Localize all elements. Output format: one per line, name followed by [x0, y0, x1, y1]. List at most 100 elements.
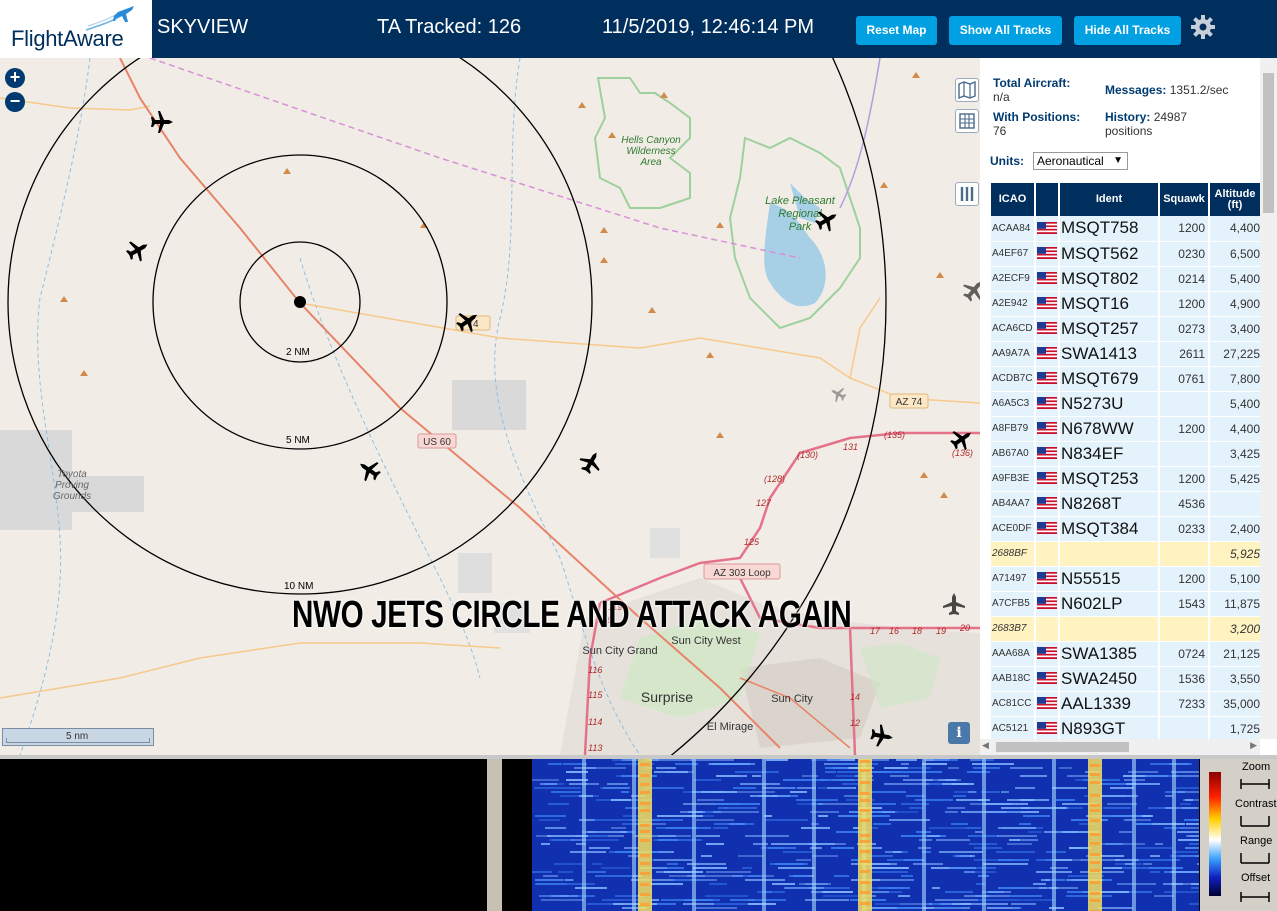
scroll-right-icon[interactable]: ▶: [1250, 740, 1257, 751]
ident-cell: MSQT257: [1059, 316, 1160, 342]
altitude-cell: 11,875: [1209, 591, 1262, 617]
place-label: El Mirage: [707, 721, 753, 733]
units-label: Units:: [990, 154, 1024, 168]
reset-map-button[interactable]: Reset Map: [856, 16, 937, 45]
map-canvas[interactable]: 2 NM 5 NM 10 NM Hells Canyon Wilderness …: [0, 58, 980, 755]
column-header-ident[interactable]: Ident: [1059, 183, 1160, 216]
scroll-left-icon[interactable]: ◀: [982, 740, 989, 751]
show-all-tracks-button[interactable]: Show All Tracks: [949, 16, 1062, 45]
squawk-cell: [1159, 391, 1210, 417]
squawk-cell: [1159, 541, 1210, 567]
table-row[interactable]: A71497 N55515 1200 5,100: [991, 566, 1262, 592]
table-row[interactable]: A8FB79 N678WW 1200 4,400: [991, 416, 1262, 442]
gear-icon[interactable]: [1190, 14, 1216, 40]
us-flag-icon: [1037, 272, 1057, 285]
offset-label: Offset: [1241, 872, 1271, 884]
table-row[interactable]: AA9A7A SWA1413 2611 27,225: [991, 341, 1262, 367]
svg-text:19: 19: [936, 626, 946, 636]
svg-text:131: 131: [843, 442, 858, 452]
icao-cell: AA9A7A: [991, 341, 1036, 367]
flag-cell: [1035, 266, 1060, 292]
icao-cell: 2688BF: [991, 541, 1036, 567]
icao-cell: AB67A0: [991, 441, 1036, 467]
altitude-cell: 5,400: [1209, 266, 1262, 292]
squawk-cell: 0214: [1159, 266, 1210, 292]
altitude-cell: 3,200: [1209, 616, 1262, 642]
table-row[interactable]: A6A5C3 N5273U 5,400: [991, 391, 1262, 417]
info-button[interactable]: i: [948, 722, 970, 744]
app-title: SKYVIEW: [157, 16, 249, 38]
total-aircraft-value: n/a: [993, 90, 1010, 104]
squawk-cell: 1200: [1159, 566, 1210, 592]
table-row[interactable]: AC81CC AAL1339 7233 35,000: [991, 691, 1262, 717]
ident-cell: SWA2450: [1059, 666, 1160, 692]
aircraft-icon[interactable]: [122, 234, 154, 266]
aircraft-icon[interactable]: [353, 454, 385, 486]
icao-cell: ACAA84: [991, 216, 1036, 242]
svg-text:17: 17: [870, 626, 881, 636]
grid-toggle-button[interactable]: [955, 109, 979, 133]
scrollbar-thumb[interactable]: [996, 742, 1129, 752]
flightaware-logo[interactable]: FlightAware: [0, 0, 152, 58]
aircraft-icon[interactable]: [827, 383, 849, 405]
squawk-cell: 1200: [1159, 416, 1210, 442]
ident-cell: MSQT679: [1059, 366, 1160, 392]
table-row[interactable]: ACDB7C MSQT679 0761 7,800: [991, 366, 1262, 392]
map-layers-button[interactable]: [955, 78, 979, 102]
table-row[interactable]: AC5121 N893GT 1,725: [991, 716, 1262, 742]
table-row[interactable]: ACAA84 MSQT758 1200 4,400: [991, 216, 1262, 242]
grid-icon: [959, 113, 975, 129]
icao-cell: AC81CC: [991, 691, 1036, 717]
us-flag-icon: [1037, 322, 1057, 335]
table-row[interactable]: 2683B7 3,200: [991, 616, 1262, 642]
table-row[interactable]: AAB18C SWA2450 1536 3,550: [991, 666, 1262, 692]
ident-cell: N602LP: [1059, 591, 1160, 617]
panel-vertical-scrollbar[interactable]: [1260, 58, 1277, 739]
aircraft-icon[interactable]: [575, 446, 607, 478]
column-header-icao[interactable]: ICAO: [991, 183, 1036, 216]
squawk-cell: 1200: [1159, 291, 1210, 317]
units-select[interactable]: Aeronautical ▼: [1033, 152, 1128, 170]
scrollbar-thumb[interactable]: [1263, 73, 1274, 213]
column-header-squawk[interactable]: Squawk: [1159, 183, 1210, 216]
table-row[interactable]: AB67A0 N834EF 3,425: [991, 441, 1262, 467]
us-flag-icon: [1037, 247, 1057, 260]
ring-label-2nm: 2 NM: [286, 347, 310, 358]
hide-all-tracks-button[interactable]: Hide All Tracks: [1074, 16, 1181, 45]
table-row[interactable]: A9FB3E MSQT253 1200 5,425: [991, 466, 1262, 492]
altitude-cell: 3,425: [1209, 441, 1262, 467]
flag-cell: [1035, 516, 1060, 542]
zoom-in-button[interactable]: +: [5, 68, 25, 88]
panel-horizontal-scrollbar[interactable]: ◀ ▶: [980, 739, 1260, 755]
us-flag-icon: [1037, 297, 1057, 310]
waterfall-spectrogram[interactable]: [532, 759, 1199, 911]
table-row[interactable]: ACE0DF MSQT384 0233 2,400: [991, 516, 1262, 542]
table-row[interactable]: A2E942 MSQT16 1200 4,900: [991, 291, 1262, 317]
ident-cell: MSQT758: [1059, 216, 1160, 242]
table-row[interactable]: AAA68A SWA1385 0724 21,125: [991, 641, 1262, 667]
icao-cell: ACDB7C: [991, 366, 1036, 392]
map-view[interactable]: 2 NM 5 NM 10 NM Hells Canyon Wilderness …: [0, 58, 980, 755]
altitude-cell: 35,000: [1209, 691, 1262, 717]
altitude-cell: 1,725: [1209, 716, 1262, 742]
table-row[interactable]: AB4AA7 N8268T 4536: [991, 491, 1262, 517]
zoom-out-button[interactable]: −: [5, 92, 25, 112]
tracked-count: TA Tracked: 126: [377, 16, 522, 38]
columns-toggle-button[interactable]: [955, 182, 979, 206]
column-header-altitude[interactable]: Altitude (ft): [1209, 183, 1262, 216]
range-slider[interactable]: [1239, 851, 1271, 865]
ident-cell: N55515: [1059, 566, 1160, 592]
ring-label-10nm: 10 NM: [284, 581, 313, 592]
table-row[interactable]: A2ECF9 MSQT802 0214 5,400: [991, 266, 1262, 292]
aircraft-icon[interactable]: [958, 274, 980, 306]
contrast-slider[interactable]: [1239, 814, 1271, 828]
table-row[interactable]: 2688BF 5,925: [991, 541, 1262, 567]
place-label: Area: [639, 157, 662, 168]
table-row[interactable]: A4EF67 MSQT562 0230 6,500: [991, 241, 1262, 267]
aircraft-icon[interactable]: [943, 593, 965, 615]
zoom-slider[interactable]: [1239, 777, 1271, 791]
offset-slider[interactable]: [1239, 890, 1271, 904]
table-row[interactable]: A7CFB5 N602LP 1543 11,875: [991, 591, 1262, 617]
column-header-flag[interactable]: [1035, 183, 1060, 216]
table-row[interactable]: ACA6CD MSQT257 0273 3,400: [991, 316, 1262, 342]
